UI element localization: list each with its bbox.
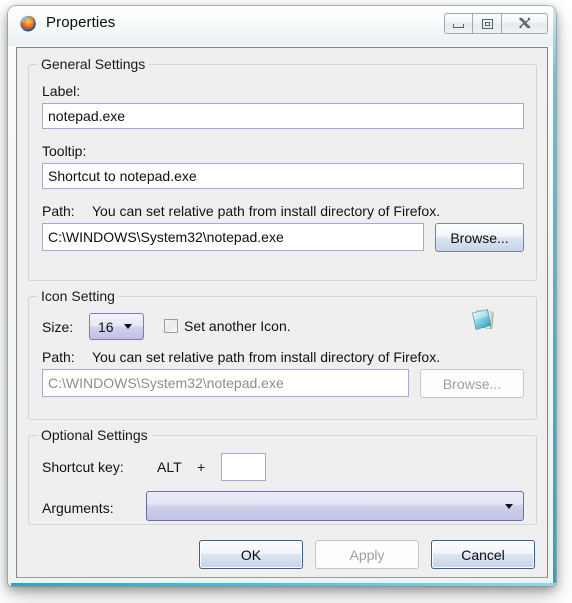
- icon-size-value: 16: [98, 318, 114, 335]
- icon-setting-title: Icon Setting: [37, 288, 119, 304]
- icon-browse-button: Browse...: [420, 369, 524, 398]
- general-path-input[interactable]: [42, 223, 424, 251]
- cancel-button[interactable]: Cancel: [431, 540, 535, 569]
- general-browse-button[interactable]: Browse...: [435, 223, 524, 252]
- window-frame-accent-right: [553, 8, 556, 586]
- general-settings-title: General Settings: [37, 56, 150, 72]
- title-bar[interactable]: Properties: [8, 6, 556, 46]
- tooltip-input[interactable]: [42, 163, 524, 189]
- icon-size-label: Size:: [42, 319, 74, 335]
- icon-path-hint: You can set relative path from install d…: [92, 349, 441, 365]
- maximize-button[interactable]: [473, 13, 502, 34]
- general-path-hint: You can set relative path from install d…: [92, 203, 441, 219]
- arguments-label: Arguments:: [42, 500, 114, 516]
- minimize-button[interactable]: [444, 13, 473, 34]
- window-frame-accent-bottom: [11, 583, 556, 586]
- chevron-down-icon: [505, 503, 513, 509]
- apply-button: Apply: [315, 540, 419, 569]
- properties-dialog-window: Properties General Settings Label: Toolt…: [8, 6, 556, 586]
- set-another-icon-checkbox-row[interactable]: Set another Icon.: [164, 318, 291, 334]
- set-another-icon-checkbox[interactable]: [164, 319, 178, 333]
- close-icon: [518, 17, 530, 28]
- label-field-label: Label:: [42, 83, 81, 99]
- icon-path-field-label: Path:: [42, 349, 75, 365]
- tooltip-field-label: Tooltip:: [42, 143, 87, 159]
- shortcut-key-label: Shortcut key:: [42, 459, 124, 475]
- icon-path-input[interactable]: [42, 369, 409, 397]
- shortcut-plus-label: +: [197, 459, 206, 475]
- maximize-icon: [481, 18, 493, 29]
- shortcut-key-input[interactable]: [221, 453, 266, 481]
- minimize-icon: [453, 23, 464, 28]
- arguments-select[interactable]: [146, 491, 524, 521]
- dialog-client-area: General Settings Label: Tooltip: Path: Y…: [16, 47, 548, 578]
- firefox-icon: [18, 13, 38, 33]
- close-button[interactable]: [502, 13, 548, 34]
- label-input[interactable]: [42, 103, 524, 129]
- window-title: Properties: [46, 14, 116, 31]
- general-path-field-label: Path:: [42, 203, 75, 219]
- notepad-document-icon: [469, 306, 497, 334]
- window-controls: [444, 13, 548, 34]
- shortcut-modifier-label: ALT: [157, 459, 182, 475]
- optional-settings-title: Optional Settings: [37, 427, 152, 443]
- icon-size-select[interactable]: 16: [89, 313, 144, 340]
- ok-button[interactable]: OK: [199, 540, 303, 569]
- chevron-down-icon: [123, 324, 132, 329]
- title-bar-left: Properties: [18, 13, 115, 33]
- set-another-icon-label: Set another Icon.: [184, 318, 291, 334]
